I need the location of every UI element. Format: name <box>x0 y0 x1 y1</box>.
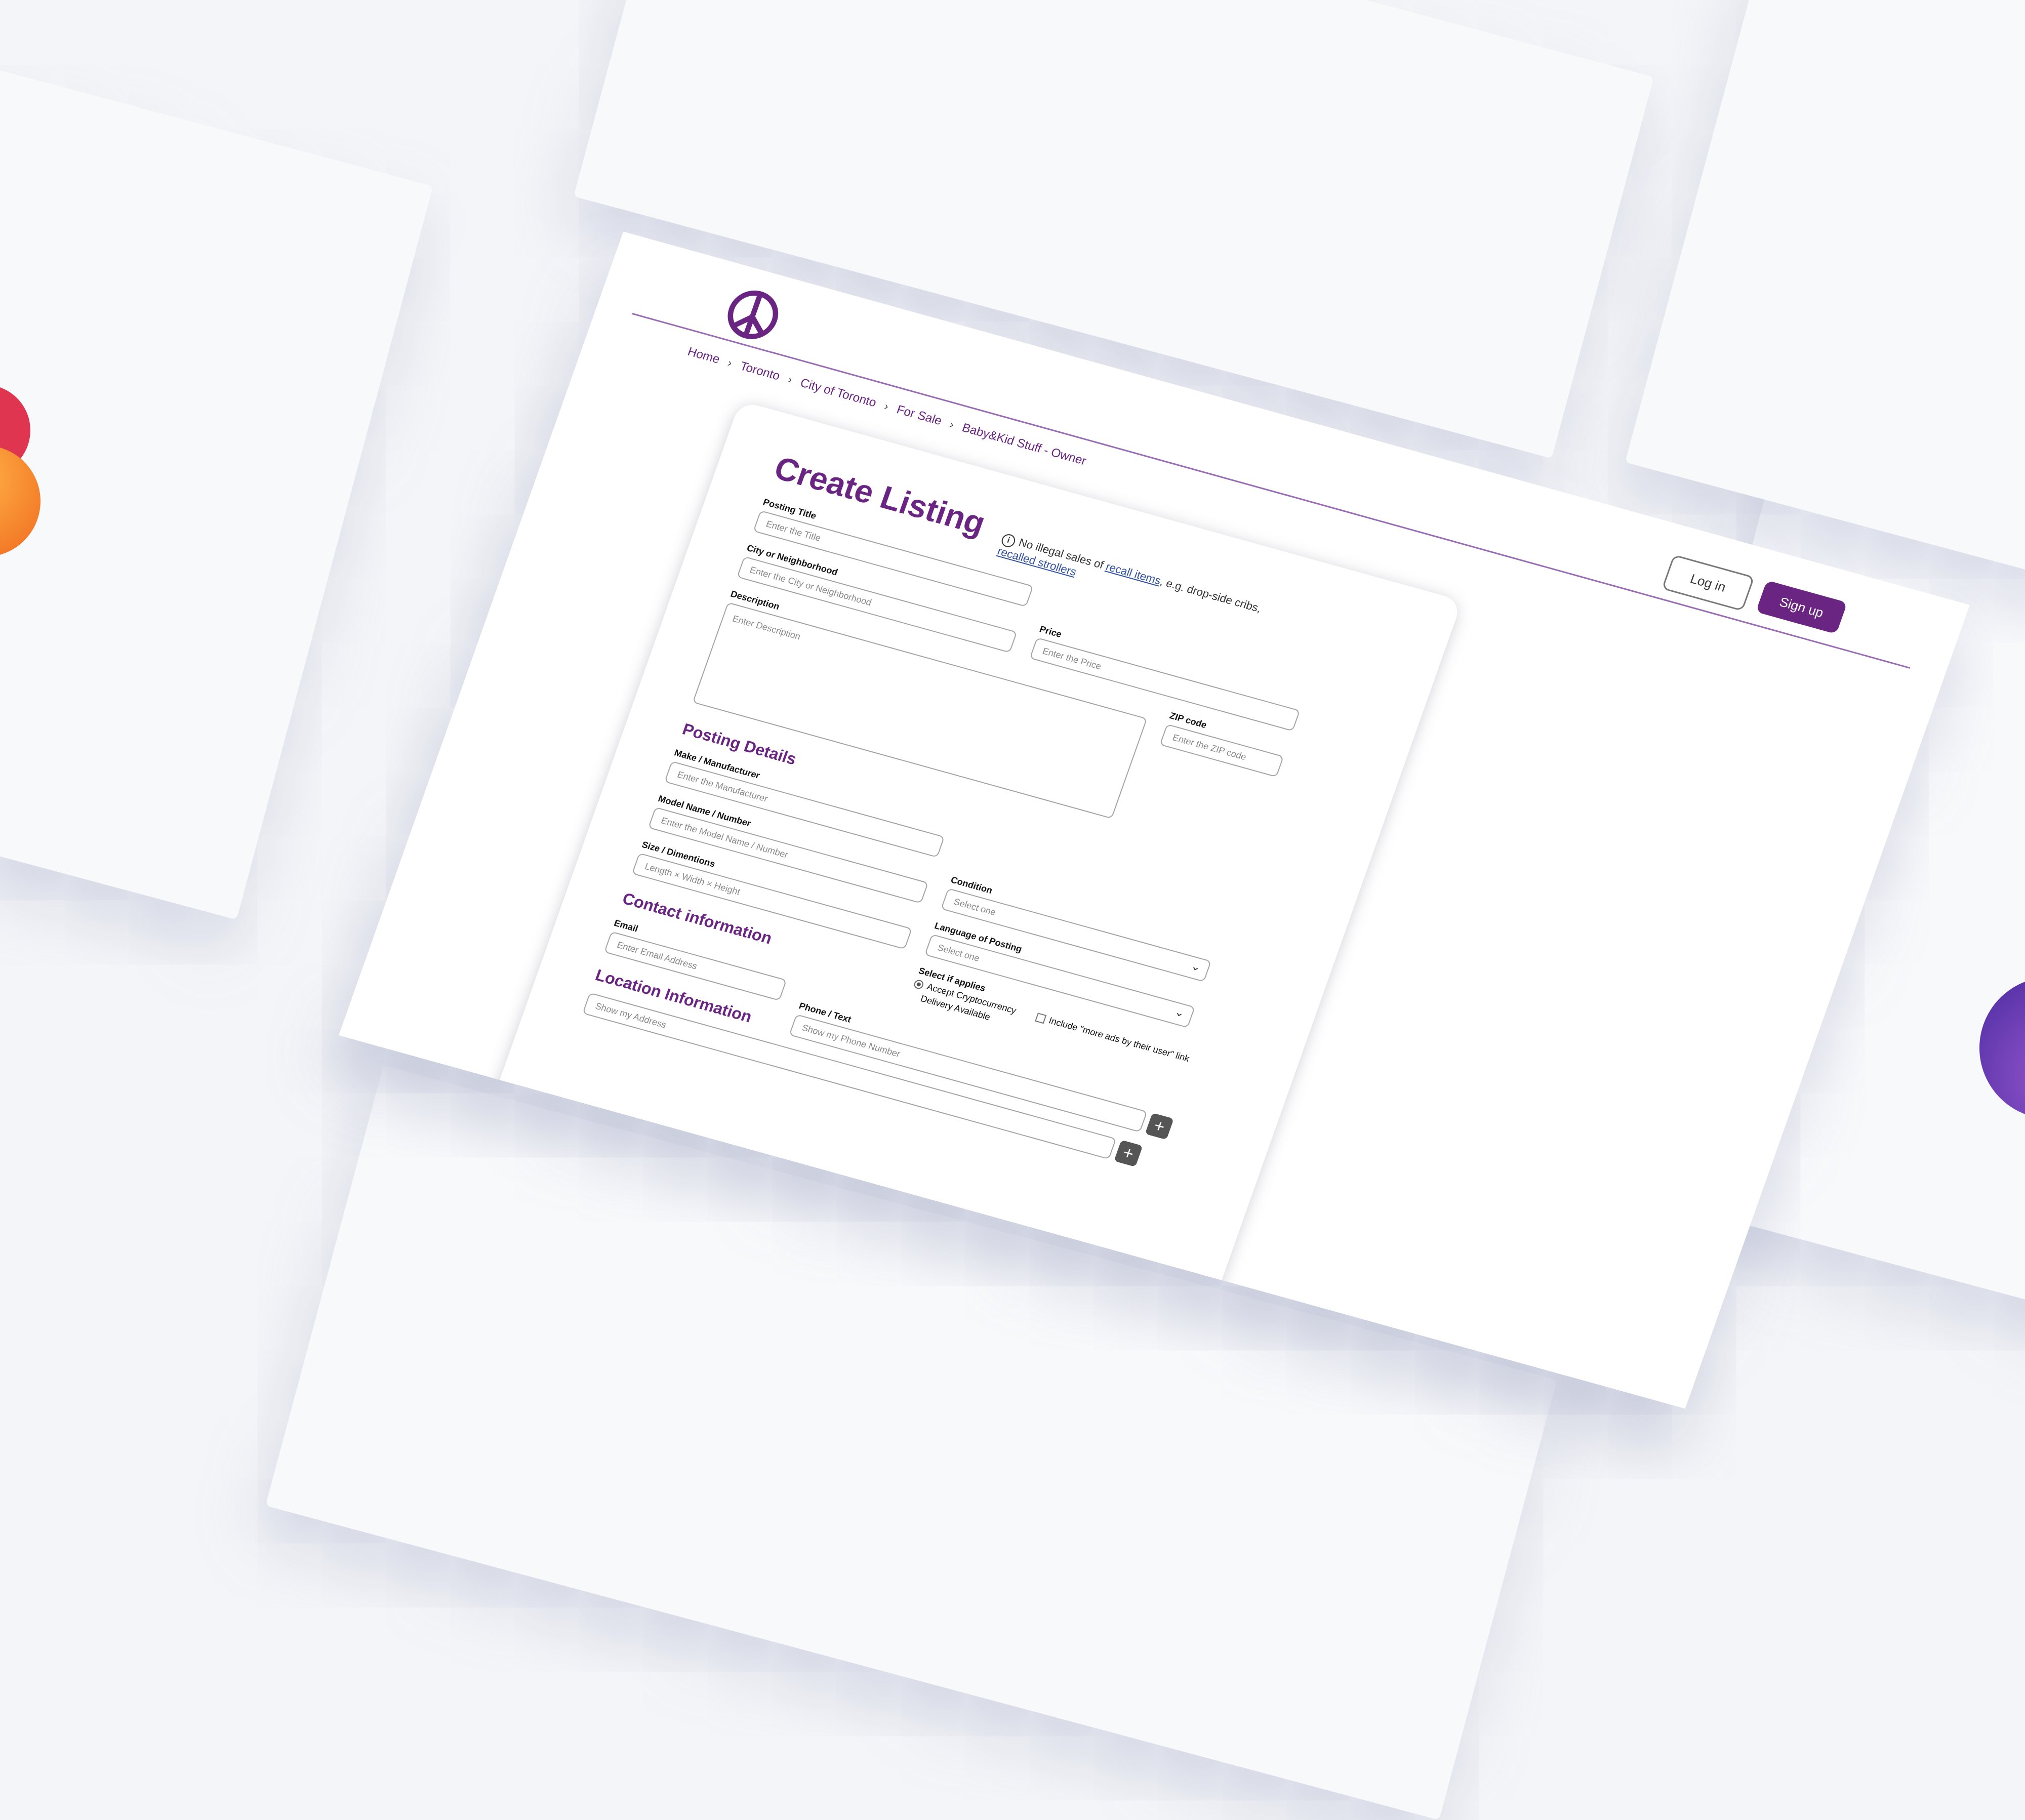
chevron-right-icon: › <box>882 399 890 413</box>
price-label: Price <box>1038 624 1063 640</box>
legal-notice: i No illegal sales of recall items, e.g. … <box>996 532 1278 632</box>
peace-sign-icon[interactable] <box>719 283 787 347</box>
recall-items-link[interactable]: recall items <box>1104 560 1163 587</box>
more-ads-checkbox[interactable] <box>1034 1013 1047 1024</box>
signup-button[interactable]: Sign up <box>1756 580 1848 634</box>
add-address-button[interactable]: + <box>1114 1140 1143 1167</box>
breadcrumb-for-sale[interactable]: For Sale <box>895 402 944 428</box>
background-tile-left <box>0 42 433 920</box>
background-tile-top-right <box>1625 0 2025 581</box>
crypto-radio[interactable] <box>913 979 925 990</box>
chevron-right-icon: › <box>786 373 794 386</box>
notice-text-mid: , e.g. drop-side cribs, <box>1158 575 1263 615</box>
chevron-right-icon: › <box>726 356 734 370</box>
breadcrumb-city[interactable]: City of Toronto <box>798 376 878 411</box>
add-phone-button[interactable]: + <box>1145 1113 1174 1140</box>
chevron-right-icon: › <box>948 418 956 431</box>
breadcrumb-toronto[interactable]: Toronto <box>738 359 782 384</box>
zip-input[interactable]: Enter the ZIP code <box>1159 723 1284 778</box>
email-label: Email <box>613 917 640 934</box>
breadcrumb-home[interactable]: Home <box>685 345 722 367</box>
